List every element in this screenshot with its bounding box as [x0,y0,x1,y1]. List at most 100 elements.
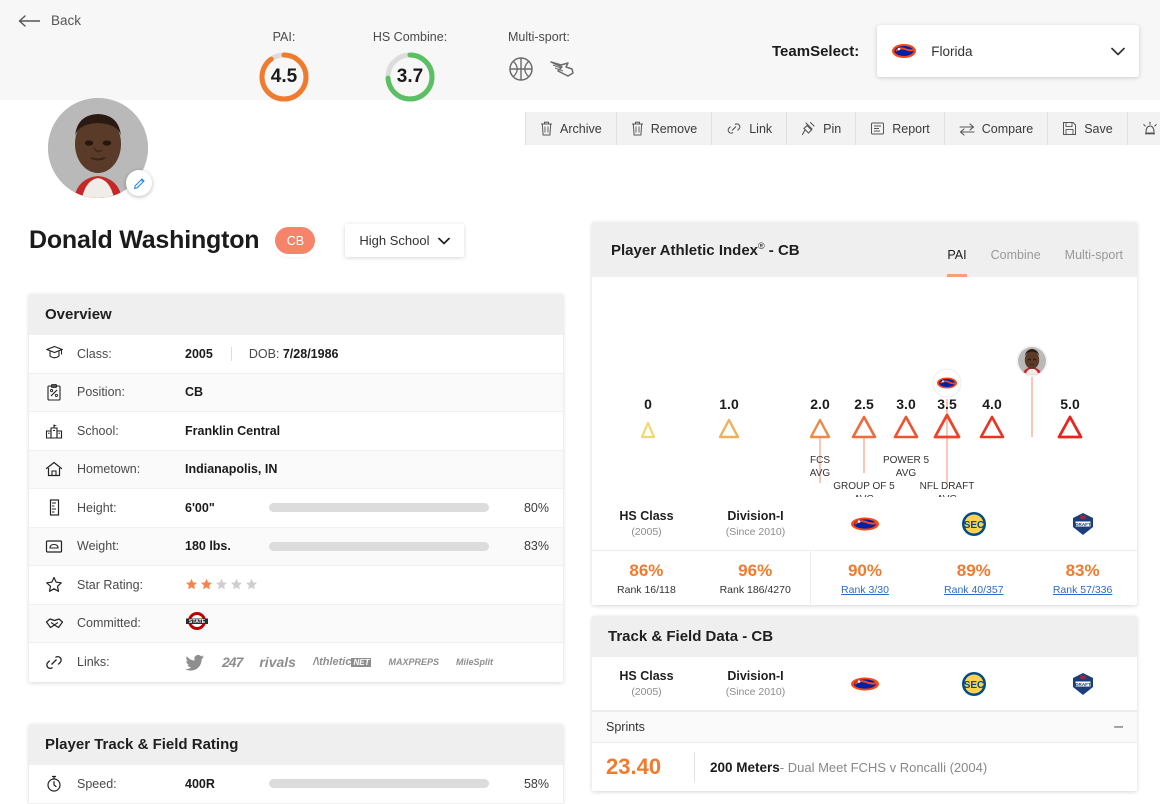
overview-row-class: Class: 2005 DOB: 7/28/1986 [29,335,563,374]
overview-row-school: School: Franklin Central [29,412,563,451]
teamselect-dropdown[interactable]: Florida [877,25,1140,77]
gauge-pai-value: 4.5 [270,66,298,87]
pai-val-conference: 89% Rank 40/357 [919,561,1028,596]
milesplit-link[interactable]: MileSplit [456,657,493,667]
level-select-dropdown[interactable]: High School [345,224,465,257]
chart-team-marker[interactable] [932,368,962,398]
tick-label-3: 2.5 [854,396,874,412]
compare-button[interactable]: Compare [945,112,1049,145]
report-button[interactable]: Report [856,112,945,145]
edit-avatar-button[interactable] [126,170,152,196]
overview-label-class: Class: [77,346,112,361]
pai-val-conference-rank-link[interactable]: Rank 40/357 [944,584,1004,596]
pai-col-team [810,515,919,533]
overview-row-height: Height: 6'00" 80% [29,489,563,528]
remove-label: Remove [650,121,698,136]
pin-button[interactable]: Pin [787,112,857,145]
pai-col-division-i-sub: (Since 2010) [725,526,786,538]
archive-button[interactable]: Archive [525,112,617,145]
back-button[interactable]: Back [18,13,81,28]
link-icon [727,123,741,134]
gauge-pai-label: PAI: [272,30,296,44]
overview-value-class: 2005 [185,346,213,361]
save-button[interactable]: Save [1048,112,1128,145]
tick-label-0: 0 [644,396,652,412]
tick-label-6: 4.0 [982,396,1002,412]
pai-val-hs-class-pct: 86% [629,560,664,580]
alert-button[interactable]: Alert [1128,112,1160,145]
tf-col-team [810,675,919,693]
twitter-link-icon[interactable] [185,654,205,671]
overview-row-position: Position: CB [29,373,563,412]
tab-multi-sport[interactable]: Multi-sport [1065,248,1123,277]
tab-pai[interactable]: PAI [947,248,967,277]
pai-title: Player Athletic Index® - CB [611,241,800,259]
svg-text:STATE: STATE [189,619,206,625]
trash-icon [631,121,643,136]
sprints-group-label: Sprints [606,720,645,734]
position-badge[interactable]: CB [275,227,316,254]
clipboard-icon [43,383,65,401]
pai-stat-header-row: HS Class (2005) Division-I (Since 2010) [592,497,1137,551]
svg-text:SEC: SEC [963,520,984,531]
link-button[interactable]: Link [712,112,788,145]
pai-col-hs-class: HS Class (2005) [592,509,701,538]
overview-label-links: Links: [77,655,110,670]
pai-col-nfl-draft: DRAFT [1028,510,1137,538]
benchmark-nfl-line2: AVG [937,494,958,497]
overview-row-links: Links: 247 rivals /\thletic NET MAXPREPS … [29,643,563,682]
save-label: Save [1084,121,1113,136]
maxpreps-link[interactable]: MAXPREPS [388,657,439,667]
svg-text:SEC: SEC [963,680,984,691]
pai-chart: 0 1.0 2.0 2.5 3.0 3.5 4.0 5.0 FCS AVG GR… [592,277,1137,497]
pai-val-division-i-rank: Rank 186/4270 [719,583,791,596]
pai-col-division-i: Division-I (Since 2010) [701,509,810,538]
tf-col-hs-class-sub: (2005) [631,686,662,698]
sec-logo: SEC [961,671,986,696]
benchmark-nfl-line1: NFL DRAFT [920,481,975,492]
external-links: 247 rivals /\thletic NET MAXPREPS MileSpl… [185,654,493,671]
nfl-draft-logo: DRAFT [1072,672,1093,695]
chevron-down-icon [1111,47,1126,55]
dob-label: DOB: [248,346,280,361]
benchmark-p5-line2: AVG [896,468,917,479]
ruler-icon [43,499,65,516]
event-meet: - Dual Meet FCHS v Roncalli (2004) [779,759,988,775]
pai-stat-table: HS Class (2005) Division-I (Since 2010) [592,497,1137,605]
pai-col-division-i-title: Division-I [727,509,784,523]
tick-label-5: 3.5 [937,396,957,412]
pai-val-nfl-draft-rank-link[interactable]: Rank 57/336 [1053,584,1113,596]
teamselect-group: TeamSelect: Florida [772,25,1140,77]
sprints-group-toggle[interactable]: Sprints – [592,711,1137,743]
247sports-link[interactable]: 247 [222,654,243,670]
weight-progress-pct: 83% [523,539,549,554]
tick-label-7: 5.0 [1060,396,1080,412]
basketball-icon[interactable] [508,56,534,82]
pai-val-team-rank-link[interactable]: Rank 3/30 [841,584,889,596]
benchmark-fcs-line1: FCS [810,455,830,466]
gauge-hs-combine-value: 3.7 [396,66,424,87]
overview-row-committed: Committed: STATE [29,604,563,643]
winged-foot-icon[interactable] [548,58,576,80]
pai-val-team-pct: 90% [847,560,882,580]
teamselect-label: TeamSelect: [772,42,860,60]
dob-value: 7/28/1986 [282,346,339,361]
chart-player-marker[interactable] [1016,345,1048,377]
link-label: Link [749,121,773,136]
remove-button[interactable]: Remove [617,112,713,145]
player-header: Donald Washington CB High School [29,224,465,257]
scale-icon [43,539,65,554]
height-progress-bar [269,503,489,513]
tab-combine[interactable]: Combine [991,248,1041,277]
ohio-state-logo[interactable]: STATE [185,610,209,637]
pai-col-hs-class-sub: (2005) [631,526,662,538]
tf-col-hs-class: HS Class (2005) [592,669,701,698]
top-bar: Back PAI: 4.5 HS Combine: 3.7 Multi-spor… [0,0,1160,102]
rivals-link[interactable]: rivals [259,654,296,670]
star-empty-icon [246,579,257,590]
athletic-net-link[interactable]: /\thletic NET [313,656,372,668]
overview-value-height: 6'00" [185,500,215,515]
pai-title-sup: ® [758,240,765,251]
overview-value-weight: 180 lbs. [185,539,231,554]
benchmark-g5-line2: AVG [854,494,875,497]
